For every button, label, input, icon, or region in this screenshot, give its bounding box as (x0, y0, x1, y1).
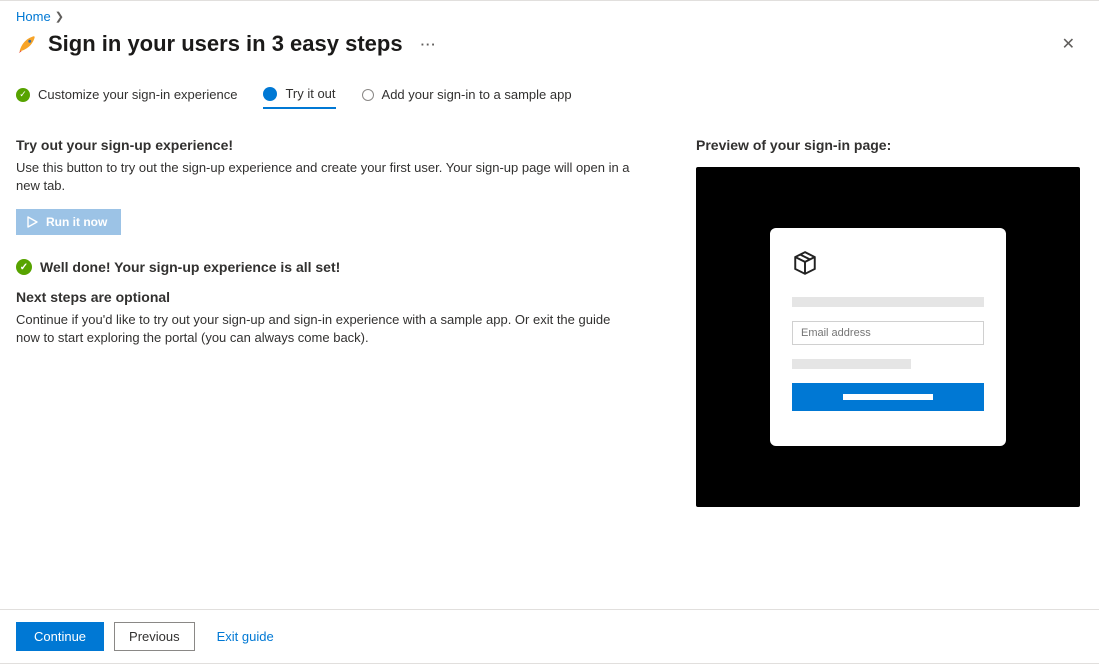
more-icon[interactable]: ··· (421, 37, 437, 52)
success-check-icon: ✓ (16, 259, 32, 275)
preview-heading: Preview of your sign-in page: (696, 137, 1083, 153)
rocket-icon (16, 33, 38, 55)
step-try-it-out[interactable]: Try it out (263, 86, 335, 109)
todo-step-icon (362, 89, 374, 101)
signin-card (770, 228, 1006, 446)
chevron-right-icon: ❯ (55, 10, 64, 23)
check-icon: ✓ (16, 88, 30, 102)
exit-guide-link[interactable]: Exit guide (211, 628, 280, 645)
continue-button[interactable]: Continue (16, 622, 104, 651)
breadcrumb: Home ❯ (16, 9, 1083, 24)
step-add-sample-app[interactable]: Add your sign-in to a sample app (362, 87, 572, 108)
placeholder-line (792, 359, 911, 369)
button-label-placeholder (843, 394, 933, 400)
page-title: Sign in your users in 3 easy steps (48, 31, 403, 57)
success-text: Well done! Your sign-up experience is al… (40, 259, 340, 275)
package-icon (792, 250, 984, 279)
step-customize[interactable]: ✓ Customize your sign-in experience (16, 87, 237, 108)
run-button-label: Run it now (46, 215, 107, 229)
preview-frame (696, 167, 1080, 507)
step-label: Customize your sign-in experience (38, 87, 237, 102)
previous-button[interactable]: Previous (114, 622, 195, 651)
wizard-footer: Continue Previous Exit guide (0, 609, 1099, 663)
email-field[interactable] (792, 321, 984, 345)
success-message: ✓ Well done! Your sign-up experience is … (16, 259, 636, 275)
next-steps-heading: Next steps are optional (16, 289, 636, 305)
step-label: Try it out (285, 86, 335, 101)
next-steps-description: Continue if you'd like to try out your s… (16, 311, 636, 347)
tryout-heading: Try out your sign-up experience! (16, 137, 636, 153)
placeholder-line (792, 297, 984, 307)
current-step-icon (263, 87, 277, 101)
play-icon (26, 216, 38, 228)
signin-submit-button[interactable] (792, 383, 984, 411)
tryout-description: Use this button to try out the sign-up e… (16, 159, 636, 195)
run-it-now-button[interactable]: Run it now (16, 209, 121, 235)
close-icon[interactable]: ✕ (1054, 30, 1083, 58)
step-label: Add your sign-in to a sample app (382, 87, 572, 102)
wizard-steps: ✓ Customize your sign-in experience Try … (16, 86, 1083, 109)
breadcrumb-home[interactable]: Home (16, 9, 51, 24)
